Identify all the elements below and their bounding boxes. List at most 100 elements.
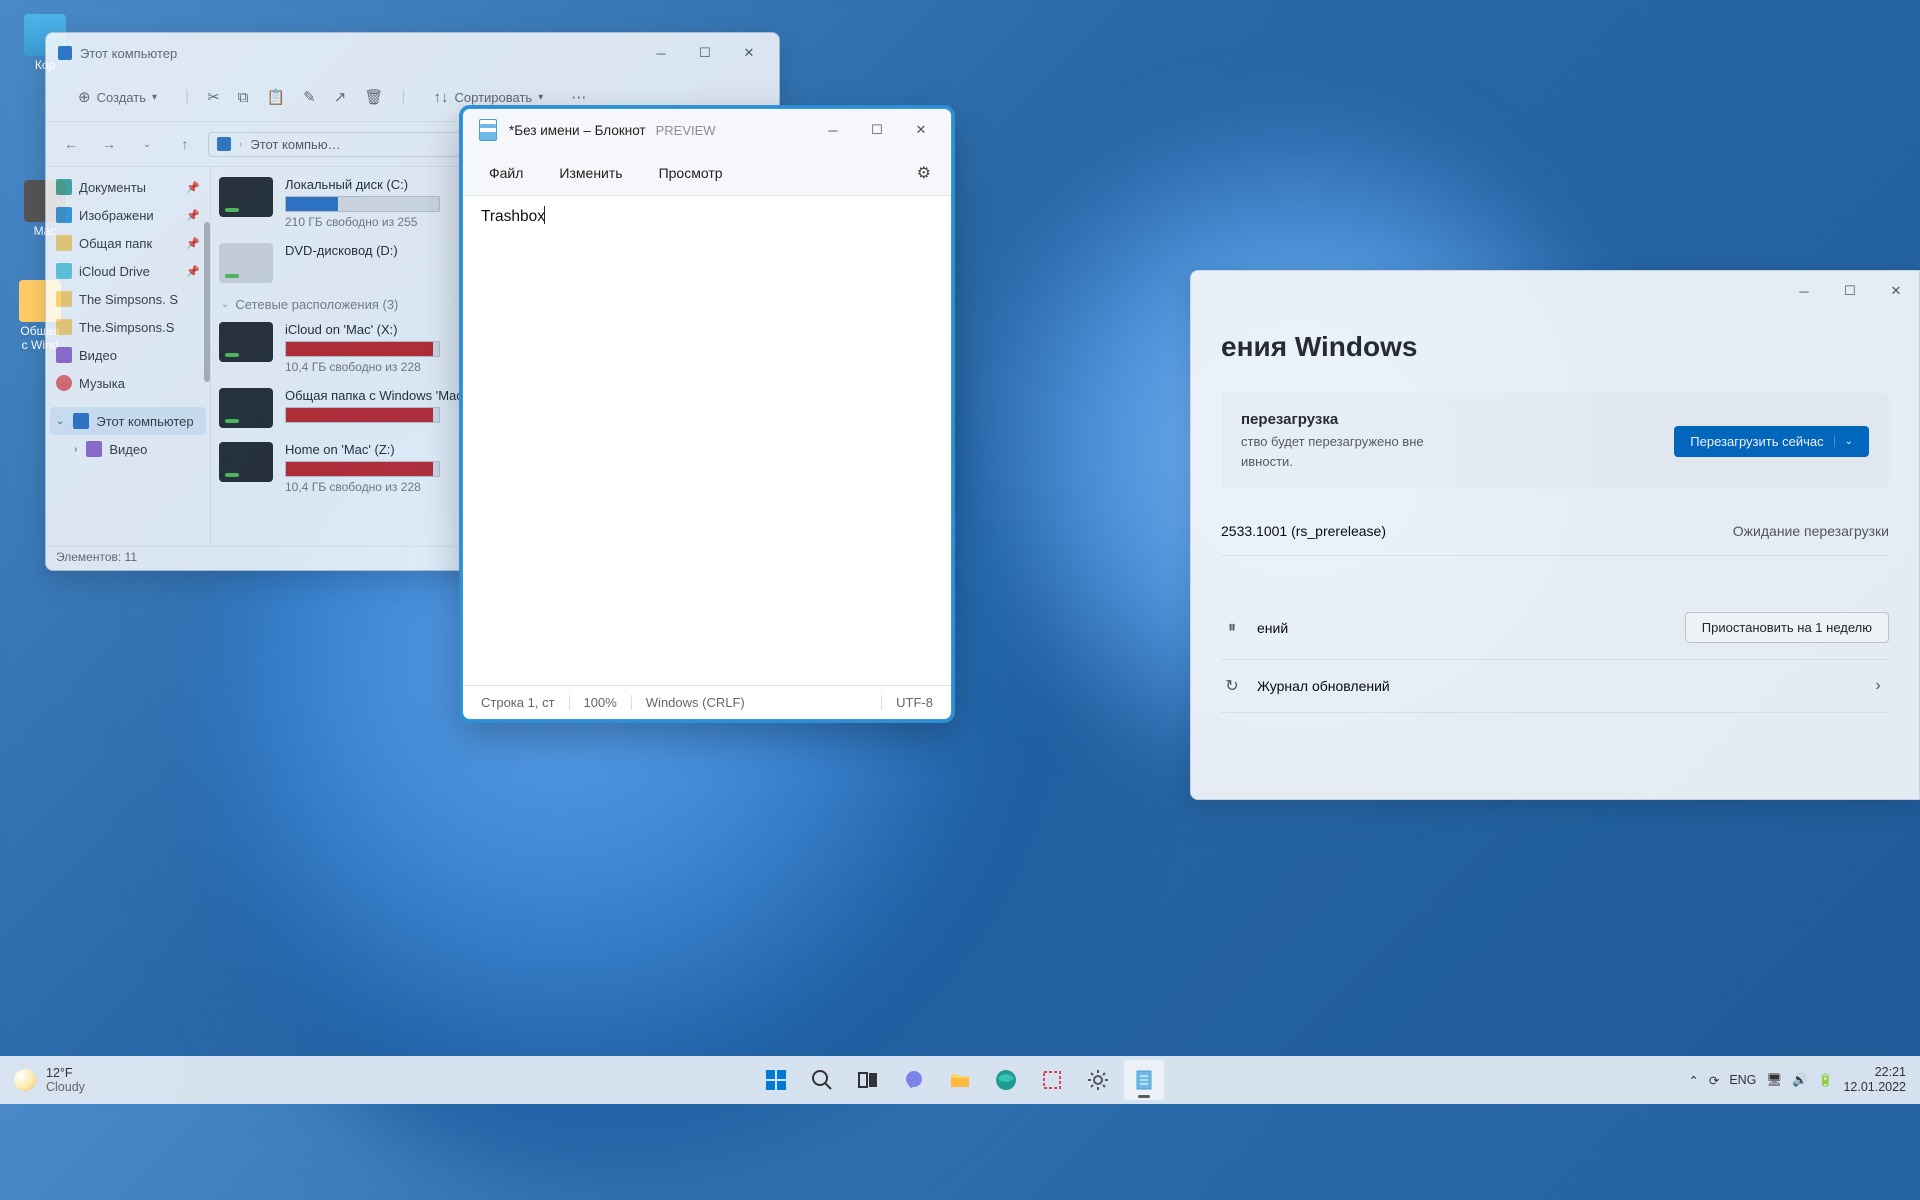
system-tray: ⌃ ⟳ ENG 🖥 🔊 🔋 22:21 12.01.2022 xyxy=(1674,1065,1920,1095)
window-title: *Без имени – Блокнот xyxy=(509,123,646,138)
weather-icon xyxy=(14,1069,36,1091)
titlebar[interactable]: *Без имени – Блокнот PREVIEW ─ ☐ ✕ xyxy=(463,109,951,151)
close-button[interactable]: ✕ xyxy=(727,38,771,68)
drive-icon xyxy=(219,177,273,217)
task-view-button[interactable] xyxy=(848,1060,888,1100)
share-icon[interactable]: ↗ xyxy=(334,88,347,106)
pin-icon: 📌 xyxy=(186,237,200,250)
sidebar-item[interactable]: Изображени📌 xyxy=(50,201,206,229)
minimize-button[interactable]: ─ xyxy=(639,38,683,68)
snipping-tool-button[interactable] xyxy=(1032,1060,1072,1100)
rename-icon[interactable]: ✎ xyxy=(303,88,316,106)
folder-icon xyxy=(56,319,72,335)
tray-chevron-icon[interactable]: ⌃ xyxy=(1688,1073,1698,1088)
copy-icon[interactable]: ⧉ xyxy=(238,89,249,106)
close-button[interactable]: ✕ xyxy=(899,115,943,145)
restart-now-button[interactable]: Перезагрузить сейчас ⌄ xyxy=(1674,426,1869,457)
pin-icon: 📌 xyxy=(186,209,200,222)
delete-icon[interactable]: 🗑 xyxy=(364,88,383,106)
sidebar-item-this-pc[interactable]: ⌄Этот компьютер xyxy=(50,407,206,435)
pc-icon xyxy=(73,413,89,429)
minimize-button[interactable]: ─ xyxy=(1781,271,1827,311)
text-area[interactable]: Trashbox xyxy=(463,195,951,685)
search-icon xyxy=(810,1068,834,1092)
cut-icon[interactable]: ✂ xyxy=(207,88,220,106)
menu-view[interactable]: Просмотр xyxy=(643,157,739,189)
notepad-button[interactable] xyxy=(1124,1060,1164,1100)
settings-button[interactable]: ⚙ xyxy=(907,155,941,191)
chevron-right-icon: › xyxy=(74,444,77,455)
forward-button[interactable]: → xyxy=(94,136,124,152)
weather-widget[interactable]: 12°F Cloudy xyxy=(0,1066,99,1094)
settings-window[interactable]: ─ ☐ ✕ ения Windows перезагрузка ство буд… xyxy=(1190,270,1920,800)
folder-icon xyxy=(56,291,72,307)
maximize-button[interactable]: ☐ xyxy=(683,38,727,68)
network-drive-icon xyxy=(219,442,273,482)
chevron-down-icon: ▾ xyxy=(538,92,543,103)
more-icon[interactable]: ⋯ xyxy=(571,88,586,106)
sidebar-item[interactable]: The.Simpsons.S xyxy=(50,313,206,341)
paste-icon[interactable]: 📋 xyxy=(266,88,285,106)
explorer-button[interactable] xyxy=(940,1060,980,1100)
edge-button[interactable] xyxy=(986,1060,1026,1100)
text-caret xyxy=(544,206,545,224)
sidebar-item[interactable]: The Simpsons. S xyxy=(50,285,206,313)
sidebar: Документы📌 Изображени📌 Общая папк📌 iClou… xyxy=(46,167,211,546)
pin-icon: 📌 xyxy=(186,265,200,278)
close-button[interactable]: ✕ xyxy=(1873,271,1919,311)
sort-icon: ↑↓ xyxy=(434,89,449,106)
menu-file[interactable]: Файл xyxy=(473,157,539,189)
chat-button[interactable] xyxy=(894,1060,934,1100)
settings-button[interactable] xyxy=(1078,1060,1118,1100)
update-history-row[interactable]: ↻Журнал обновлений › xyxy=(1221,660,1889,713)
volume-icon[interactable]: 🔊 xyxy=(1792,1073,1808,1088)
notepad-icon xyxy=(479,119,497,141)
sync-icon[interactable]: ⟳ xyxy=(1709,1073,1719,1088)
sidebar-item[interactable]: Видео xyxy=(50,341,206,369)
maximize-button[interactable]: ☐ xyxy=(1827,271,1873,311)
up-button[interactable]: ↑ xyxy=(170,136,200,152)
sidebar-subitem[interactable]: ›Видео xyxy=(50,435,206,463)
notepad-window[interactable]: *Без имени – Блокнот PREVIEW ─ ☐ ✕ Файл … xyxy=(462,108,952,720)
create-button[interactable]: ⊕ Создать ▾ xyxy=(68,82,167,112)
window-controls: ─ ☐ ✕ xyxy=(639,38,771,68)
sidebar-item[interactable]: iCloud Drive📌 xyxy=(50,257,206,285)
folder-icon xyxy=(56,235,72,251)
chat-icon xyxy=(902,1068,926,1092)
update-item: 2533.1001 (rs_prerelease) Ожидание перез… xyxy=(1221,507,1889,556)
sidebar-item[interactable]: Общая папк📌 xyxy=(50,229,206,257)
video-icon xyxy=(86,441,102,457)
scrollbar-thumb[interactable] xyxy=(204,222,210,382)
battery-icon[interactable]: 🔋 xyxy=(1818,1073,1834,1088)
language-indicator[interactable]: ENG xyxy=(1729,1073,1756,1087)
status-bar: Строка 1, ст 100% Windows (CRLF) UTF-8 xyxy=(463,685,951,719)
clock[interactable]: 22:21 12.01.2022 xyxy=(1843,1065,1906,1095)
chevron-down-icon[interactable]: ⌄ xyxy=(1834,436,1853,447)
network-drive-icon xyxy=(219,388,273,428)
history-dropdown[interactable]: ⌄ xyxy=(132,139,162,150)
taskbar: 12°F Cloudy ⌃ ⟳ ENG 🖥 🔊 🔋 22:21 12.01.20… xyxy=(0,1056,1920,1104)
maximize-button[interactable]: ☐ xyxy=(855,115,899,145)
minimize-button[interactable]: ─ xyxy=(811,115,855,145)
pause-button[interactable]: Приостановить на 1 неделю xyxy=(1685,612,1889,643)
network-icon[interactable]: 🖥 xyxy=(1766,1073,1782,1088)
sidebar-item[interactable]: Музыка xyxy=(50,369,206,397)
gear-icon xyxy=(1086,1068,1110,1092)
search-button[interactable] xyxy=(802,1060,842,1100)
back-button[interactable]: ← xyxy=(56,136,86,152)
chevron-right-icon: › xyxy=(1867,677,1889,695)
restart-card: перезагрузка ство будет перезагружено вн… xyxy=(1221,393,1889,489)
pictures-icon xyxy=(56,207,72,223)
encoding: UTF-8 xyxy=(881,695,947,710)
plus-icon: ⊕ xyxy=(78,88,91,106)
menu-bar: Файл Изменить Просмотр ⚙ xyxy=(463,151,951,195)
window-controls: ─ ☐ ✕ xyxy=(811,115,943,145)
documents-icon xyxy=(56,179,72,195)
sidebar-item[interactable]: Документы📌 xyxy=(50,173,206,201)
pause-icon: ⏸ xyxy=(1221,619,1243,637)
start-button[interactable] xyxy=(756,1060,796,1100)
folder-icon xyxy=(948,1068,972,1092)
cursor-position: Строка 1, ст xyxy=(467,695,569,710)
menu-edit[interactable]: Изменить xyxy=(543,157,638,189)
chevron-down-icon: ⌄ xyxy=(56,416,64,427)
